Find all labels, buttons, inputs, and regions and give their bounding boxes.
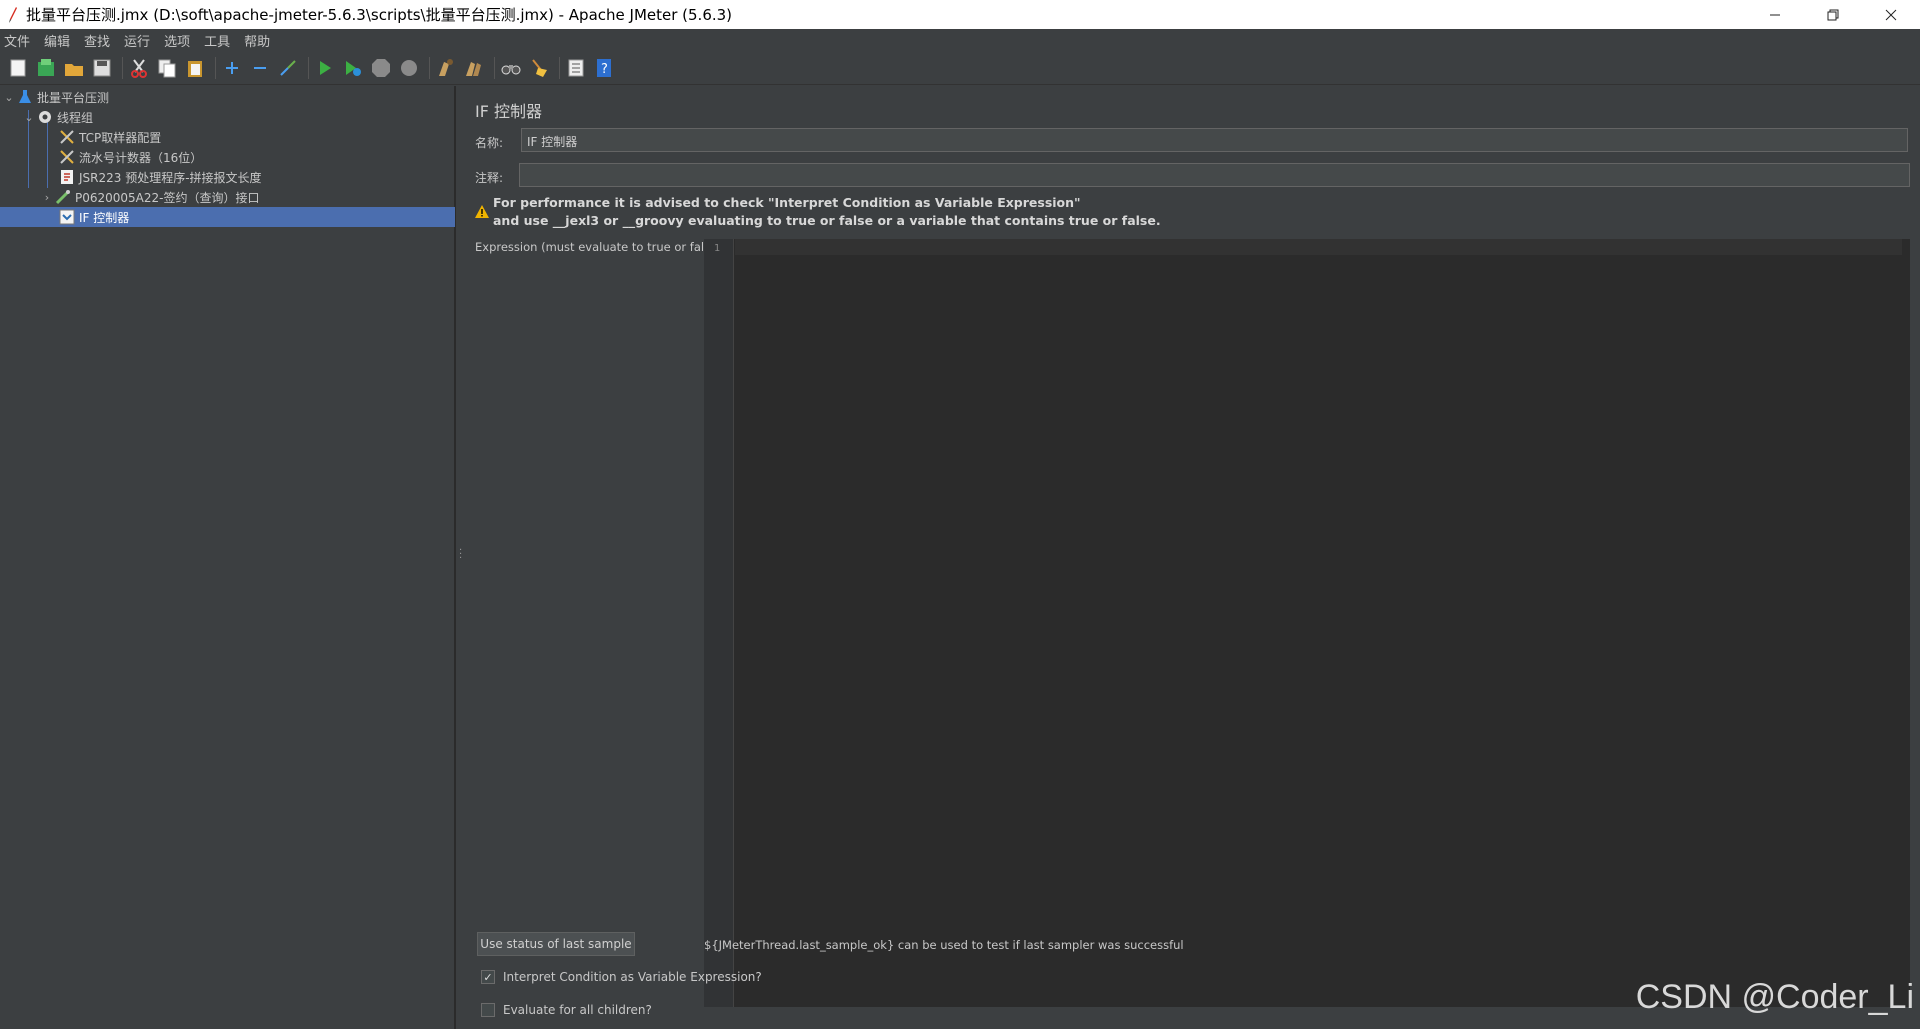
expression-label: Expression (must evaluate to true or fal…	[475, 240, 722, 254]
toggle-icon[interactable]	[276, 56, 300, 80]
checkbox-label: Interpret Condition as Variable Expressi…	[503, 970, 762, 984]
close-button[interactable]	[1862, 0, 1920, 29]
clear-all-icon[interactable]	[462, 56, 486, 80]
open-icon[interactable]	[62, 56, 86, 80]
tree-item-sampler[interactable]: › P0620005A22-签约（查询）接口	[0, 187, 455, 207]
search-binoculars-icon[interactable]	[499, 56, 523, 80]
function-helper-icon[interactable]	[564, 56, 588, 80]
tree-item-label: 流水号计数器（16位）	[79, 150, 203, 165]
editor-gutter: 1	[704, 239, 734, 1007]
save-icon[interactable]	[90, 56, 114, 80]
tree-item-label: JSR223 预处理程序-拼接报文长度	[79, 170, 262, 185]
menu-edit[interactable]: 编辑	[42, 31, 76, 50]
interpret-condition-checkbox[interactable]: ✓ Interpret Condition as Variable Expres…	[481, 970, 762, 984]
tree-item-thread-group[interactable]: ⌄ 线程组	[0, 107, 455, 127]
tree-item-counter[interactable]: 流水号计数器（16位）	[0, 147, 455, 167]
watermark: CSDN @Coder_Li	[1635, 978, 1914, 1016]
checkbox-checked-icon[interactable]: ✓	[481, 970, 495, 984]
tree-item-label: P0620005A22-签约（查询）接口	[75, 190, 260, 205]
collapse-all-icon[interactable]	[248, 56, 272, 80]
start-no-pauses-icon[interactable]	[341, 56, 365, 80]
last-sample-hint: ${JMeterThread.last_sample_ok} can be us…	[704, 938, 1184, 952]
test-plan-tree: ⌄ 批量平台压测 ⌄ 线程组 TCP取样器配置 流水号计数器（16位） JSR2…	[0, 86, 455, 1029]
expand-all-icon[interactable]	[220, 56, 244, 80]
tree-item-tcp-config[interactable]: TCP取样器配置	[0, 127, 455, 147]
tree-item-test-plan[interactable]: ⌄ 批量平台压测	[0, 87, 455, 107]
thread-group-gear-icon	[36, 108, 54, 126]
comment-label: 注释:	[475, 171, 504, 185]
sampler-pipette-icon	[54, 188, 72, 206]
checkbox-unchecked-icon[interactable]	[481, 1003, 495, 1017]
tree-item-label: IF 控制器	[79, 210, 130, 225]
if-controller-panel: IF 控制器 名称: IF 控制器 注释: For performance it…	[465, 86, 1920, 1029]
splitter-grip-icon[interactable]: · · ·	[459, 546, 462, 564]
test-plan-flask-icon	[16, 88, 34, 106]
checkbox-label: Evaluate for all children?	[503, 1003, 652, 1017]
name-label: 名称:	[475, 136, 504, 150]
performance-warning: For performance it is advised to check "…	[475, 194, 1161, 230]
tree-item-label: 线程组	[57, 110, 94, 125]
comment-field[interactable]	[519, 163, 1910, 187]
preprocessor-icon	[58, 168, 76, 186]
restore-button[interactable]	[1804, 0, 1862, 29]
chevron-down-icon[interactable]: ⌄	[2, 91, 16, 104]
evaluate-all-children-checkbox[interactable]: Evaluate for all children?	[481, 1003, 652, 1017]
tree-item-label: TCP取样器配置	[79, 130, 162, 145]
title-bar: 批量平台压测.jmx (D:\soft\apache-jmeter-5.6.3\…	[0, 0, 1920, 29]
page-title: IF 控制器	[475, 102, 543, 121]
chevron-right-icon[interactable]: ›	[40, 191, 54, 204]
menu-run[interactable]: 运行	[122, 31, 156, 50]
menu-tools[interactable]: 工具	[202, 31, 236, 50]
tree-item-if-controller[interactable]: IF 控制器	[0, 207, 455, 227]
toolbar: ?	[0, 51, 1920, 85]
name-field[interactable]: IF 控制器	[521, 128, 1908, 152]
warning-line-1: For performance it is advised to check "…	[493, 195, 1081, 210]
copy-icon[interactable]	[155, 56, 179, 80]
menu-options[interactable]: 选项	[162, 31, 196, 50]
line-number: 1	[714, 243, 721, 254]
tree-item-label: 批量平台压测	[37, 90, 110, 105]
cut-icon[interactable]	[127, 56, 151, 80]
panel-splitter[interactable]: · · ·	[455, 86, 465, 1029]
jmeter-feather-icon	[0, 6, 26, 23]
tree-item-jsr223-preprocessor[interactable]: JSR223 预处理程序-拼接报文长度	[0, 167, 455, 187]
chevron-down-icon[interactable]: ⌄	[22, 111, 36, 124]
paste-icon[interactable]	[183, 56, 207, 80]
if-controller-icon	[58, 208, 76, 226]
menu-search[interactable]: 查找	[82, 31, 116, 50]
menu-file[interactable]: 文件	[2, 31, 36, 50]
clear-icon[interactable]	[434, 56, 458, 80]
stop-icon[interactable]	[369, 56, 393, 80]
svg-text:?: ?	[601, 62, 608, 77]
warning-icon	[475, 203, 493, 230]
warning-line-2: and use __jexl3 or __groovy evaluating t…	[493, 213, 1161, 228]
current-line-highlight	[735, 239, 1902, 255]
config-element-icon	[58, 128, 76, 146]
help-icon[interactable]: ?	[592, 56, 616, 80]
use-status-of-last-sample-button[interactable]: Use status of last sample	[477, 932, 635, 956]
menu-help[interactable]: 帮助	[242, 31, 276, 50]
shutdown-icon[interactable]	[397, 56, 421, 80]
counter-icon	[58, 148, 76, 166]
start-icon[interactable]	[313, 56, 337, 80]
window-title: 批量平台压测.jmx (D:\soft\apache-jmeter-5.6.3\…	[26, 6, 733, 24]
new-icon[interactable]	[6, 56, 30, 80]
templates-icon[interactable]	[34, 56, 58, 80]
expression-editor[interactable]: 1	[704, 239, 1910, 1007]
minimize-button[interactable]	[1746, 0, 1804, 29]
reset-search-broom-icon[interactable]	[527, 56, 551, 80]
menu-bar: 文件 编辑 查找 运行 选项 工具 帮助	[0, 29, 1920, 51]
